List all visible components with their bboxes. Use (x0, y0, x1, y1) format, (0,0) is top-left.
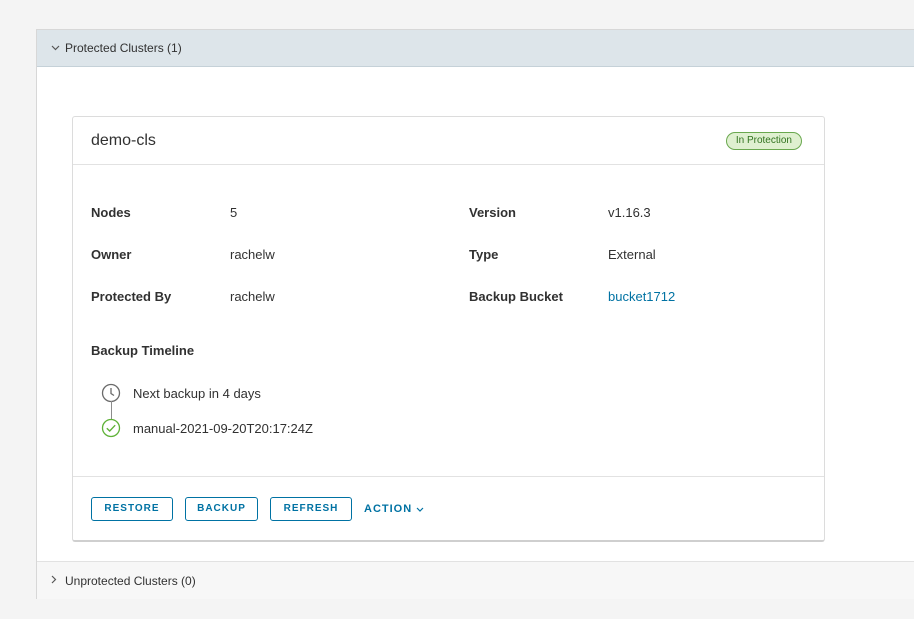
timeline-next-item: Next backup in 4 days (101, 383, 261, 403)
protected-by-value: rachelw (230, 289, 275, 304)
card-header: demo-cls In Protection (73, 117, 824, 165)
last-backup-text: manual-2021-09-20T20:17:24Z (133, 420, 313, 436)
clock-icon (101, 383, 121, 403)
action-label: ACTION (364, 502, 413, 515)
unprotected-clusters-label: Unprotected Clusters (0) (65, 573, 196, 588)
nodes-value: 5 (230, 205, 238, 220)
type-label: Type (469, 247, 499, 262)
owner-label: Owner (91, 247, 132, 262)
timeline-last-item: manual-2021-09-20T20:17:24Z (101, 418, 313, 438)
protected-clusters-label: Protected Clusters (1) (65, 41, 182, 55)
unprotected-clusters-header[interactable]: Unprotected Clusters (0) (37, 561, 914, 599)
backup-bucket-label: Backup Bucket (469, 289, 563, 304)
version-value: v1.16.3 (608, 205, 651, 220)
page: Protected Clusters (1) demo-cls In Prote… (0, 0, 914, 619)
chevron-right-icon (51, 575, 65, 587)
top-divider (0, 0, 914, 10)
cluster-card: demo-cls In Protection Nodes 5 Version v… (72, 116, 825, 542)
timeline-connector (111, 401, 112, 419)
protected-clusters-header[interactable]: Protected Clusters (1) (37, 30, 914, 67)
protected-by-label: Protected By (91, 289, 172, 304)
status-badge: In Protection (725, 131, 802, 150)
cluster-name: demo-cls (91, 131, 156, 149)
backup-bucket-link[interactable]: bucket1712 (608, 289, 675, 304)
card-actions: RESTORE BACKUP REFRESH ACTION (73, 476, 824, 540)
chevron-down-icon (416, 504, 424, 514)
nodes-label: Nodes (91, 205, 131, 220)
restore-button[interactable]: RESTORE (91, 496, 173, 521)
check-circle-icon (101, 418, 121, 438)
owner-value: rachelw (230, 247, 275, 262)
refresh-button[interactable]: REFRESH (270, 496, 352, 521)
version-label: Version (469, 205, 516, 220)
backup-timeline-title: Backup Timeline (91, 343, 195, 358)
backup-button[interactable]: BACKUP (185, 496, 258, 521)
action-menu[interactable]: ACTION (364, 503, 424, 515)
chevron-down-icon (51, 43, 65, 54)
type-value: External (608, 247, 656, 262)
clusters-panel: Protected Clusters (1) demo-cls In Prote… (36, 29, 914, 599)
next-backup-text: Next backup in 4 days (133, 385, 261, 401)
